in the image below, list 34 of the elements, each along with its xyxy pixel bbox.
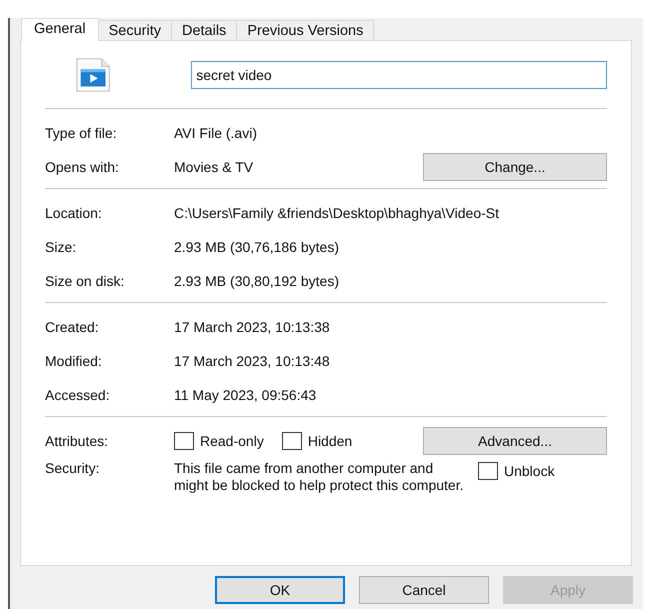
checkbox[interactable] (174, 432, 194, 450)
field-label: Location: (45, 205, 103, 221)
field-value: 11 May 2023, 09:56:43 (174, 387, 316, 403)
field-label: Accessed: (45, 387, 111, 403)
field-label: Security: (45, 460, 100, 476)
file-name-field[interactable]: secret video (191, 60, 607, 88)
checkbox-label[interactable]: Read-only (200, 433, 264, 449)
change-button[interactable]: Change... (423, 153, 607, 181)
dialog-button[interactable]: Cancel (359, 576, 489, 604)
field-label: Attributes: (45, 433, 110, 449)
field-label: Type of file: (45, 125, 118, 141)
field-label: Opens with: (45, 159, 120, 175)
checkbox-label[interactable]: Hidden (308, 433, 352, 449)
checkbox-label[interactable]: Unblock (504, 463, 555, 479)
checkbox[interactable] (282, 432, 302, 450)
tab[interactable]: Security (98, 20, 172, 40)
field-label: Size on disk: (45, 273, 126, 289)
dialog-button[interactable]: OK (215, 576, 345, 604)
field-value: 17 March 2023, 10:13:38 (174, 319, 330, 335)
field-value: C:\Users\Family &friends\Desktop\bhaghya\Video-St (174, 205, 499, 221)
security-message: This file came from another computer and might be blocked to help protect this computer. (174, 460, 464, 494)
field-value: Movies & TV (174, 159, 254, 175)
video-file-icon (75, 56, 112, 92)
tab[interactable]: Previous Versions (236, 20, 374, 40)
checkbox[interactable] (478, 462, 498, 480)
field-label: Modified: (45, 353, 103, 369)
tab[interactable]: General (21, 18, 99, 41)
field-label: Size: (45, 239, 78, 255)
field-value: AVI File (.avi) (174, 125, 257, 141)
field-value: 17 March 2023, 10:13:48 (174, 353, 330, 369)
field-value: 2.93 MB (30,76,186 bytes) (174, 239, 339, 255)
field-label: Created: (45, 319, 100, 335)
advanced-button[interactable]: Advanced... (423, 427, 607, 455)
field-value: 2.93 MB (30,80,192 bytes) (174, 273, 339, 289)
